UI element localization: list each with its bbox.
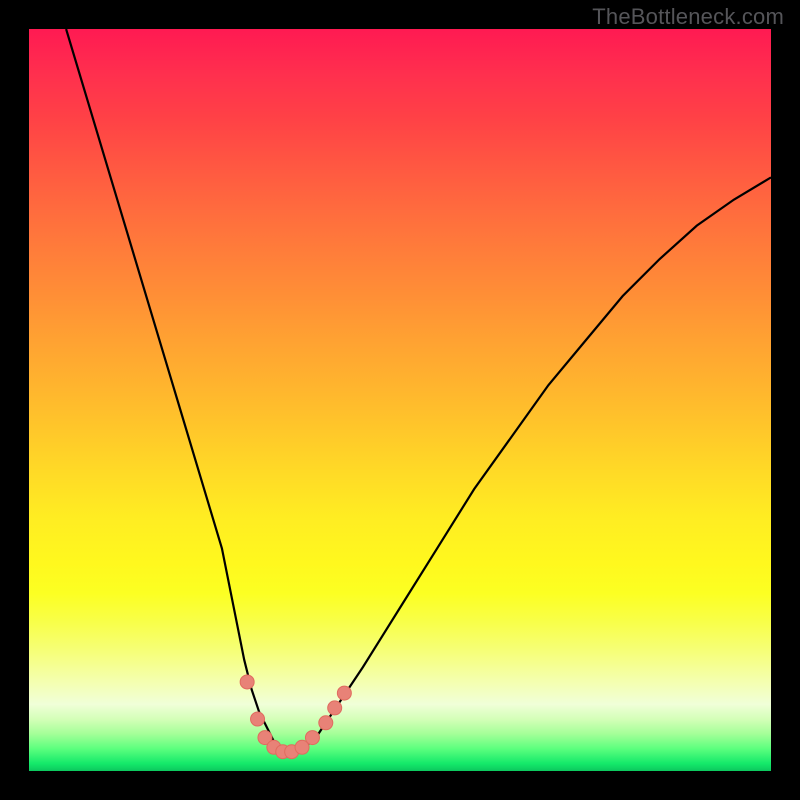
curve-marker bbox=[240, 675, 254, 689]
curve-layer bbox=[29, 29, 771, 771]
bottleneck-curve bbox=[66, 29, 771, 752]
curve-marker bbox=[319, 716, 333, 730]
curve-marker bbox=[328, 701, 342, 715]
chart-frame: TheBottleneck.com bbox=[0, 0, 800, 800]
curve-marker bbox=[337, 686, 351, 700]
curve-markers bbox=[240, 675, 351, 759]
watermark-text: TheBottleneck.com bbox=[592, 4, 784, 30]
curve-marker bbox=[251, 712, 265, 726]
curve-marker bbox=[305, 731, 319, 745]
plot-area bbox=[29, 29, 771, 771]
curve-path bbox=[66, 29, 771, 752]
